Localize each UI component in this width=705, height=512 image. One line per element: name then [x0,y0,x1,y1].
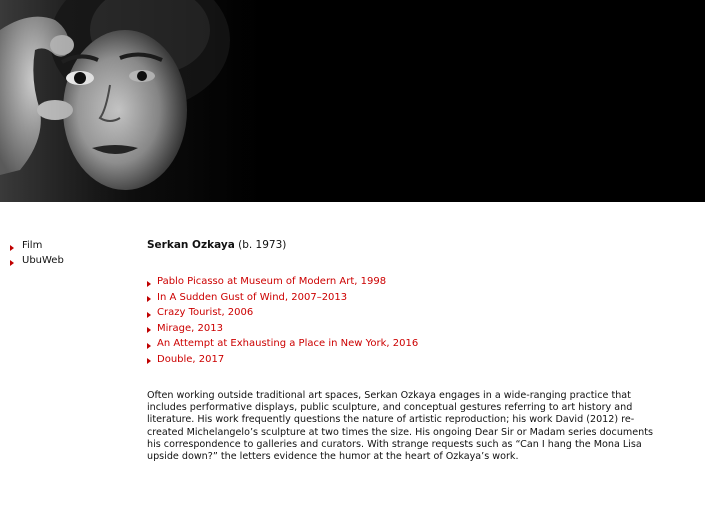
page: Film UbuWeb Serkan Ozkaya (b. 1973) Pabl… [0,0,705,512]
works-list: Pablo Picasso at Museum of Modern Art, 1… [147,274,667,367]
list-item: In A Sudden Gust of Wind, 2007–2013 [147,290,667,306]
list-item: Pablo Picasso at Museum of Modern Art, 1… [147,274,667,290]
artist-dates: (b. 1973) [238,239,287,251]
bullet-arrow-icon [147,296,151,303]
nav-item-film[interactable]: Film [10,238,130,253]
work-link[interactable]: Double, 2017 [157,354,224,365]
work-link[interactable]: Mirage, 2013 [157,323,223,334]
bullet-arrow-icon [147,358,151,365]
list-item: Double, 2017 [147,352,667,368]
bullet-arrow-icon [147,311,151,318]
page-title: Serkan Ozkaya (b. 1973) [147,237,667,253]
work-link[interactable]: An Attempt at Exhausting a Place in New … [157,338,418,349]
bullet-arrow-icon [10,244,14,251]
nav-item-ubuweb[interactable]: UbuWeb [10,253,130,268]
work-link[interactable]: Pablo Picasso at Museum of Modern Art, 1… [157,276,386,287]
bullet-arrow-icon [147,280,151,287]
list-item: An Attempt at Exhausting a Place in New … [147,336,667,352]
bullet-arrow-icon [147,327,151,334]
bullet-arrow-icon [147,342,151,349]
nav-item-label: Film [22,240,43,251]
side-navigation: Film UbuWeb [10,238,130,268]
nav-item-label: UbuWeb [22,255,64,266]
artist-bio: Often working outside traditional art sp… [147,390,653,463]
list-item: Crazy Tourist, 2006 [147,305,667,321]
list-item: Mirage, 2013 [147,321,667,337]
work-link[interactable]: Crazy Tourist, 2006 [157,307,253,318]
artist-name: Serkan Ozkaya [147,239,235,251]
work-link[interactable]: In A Sudden Gust of Wind, 2007–2013 [157,292,347,303]
portrait-photo [0,0,705,202]
main-content: Serkan Ozkaya (b. 1973) Pablo Picasso at… [147,237,667,473]
header-banner-image [0,0,705,202]
bullet-arrow-icon [10,259,14,266]
